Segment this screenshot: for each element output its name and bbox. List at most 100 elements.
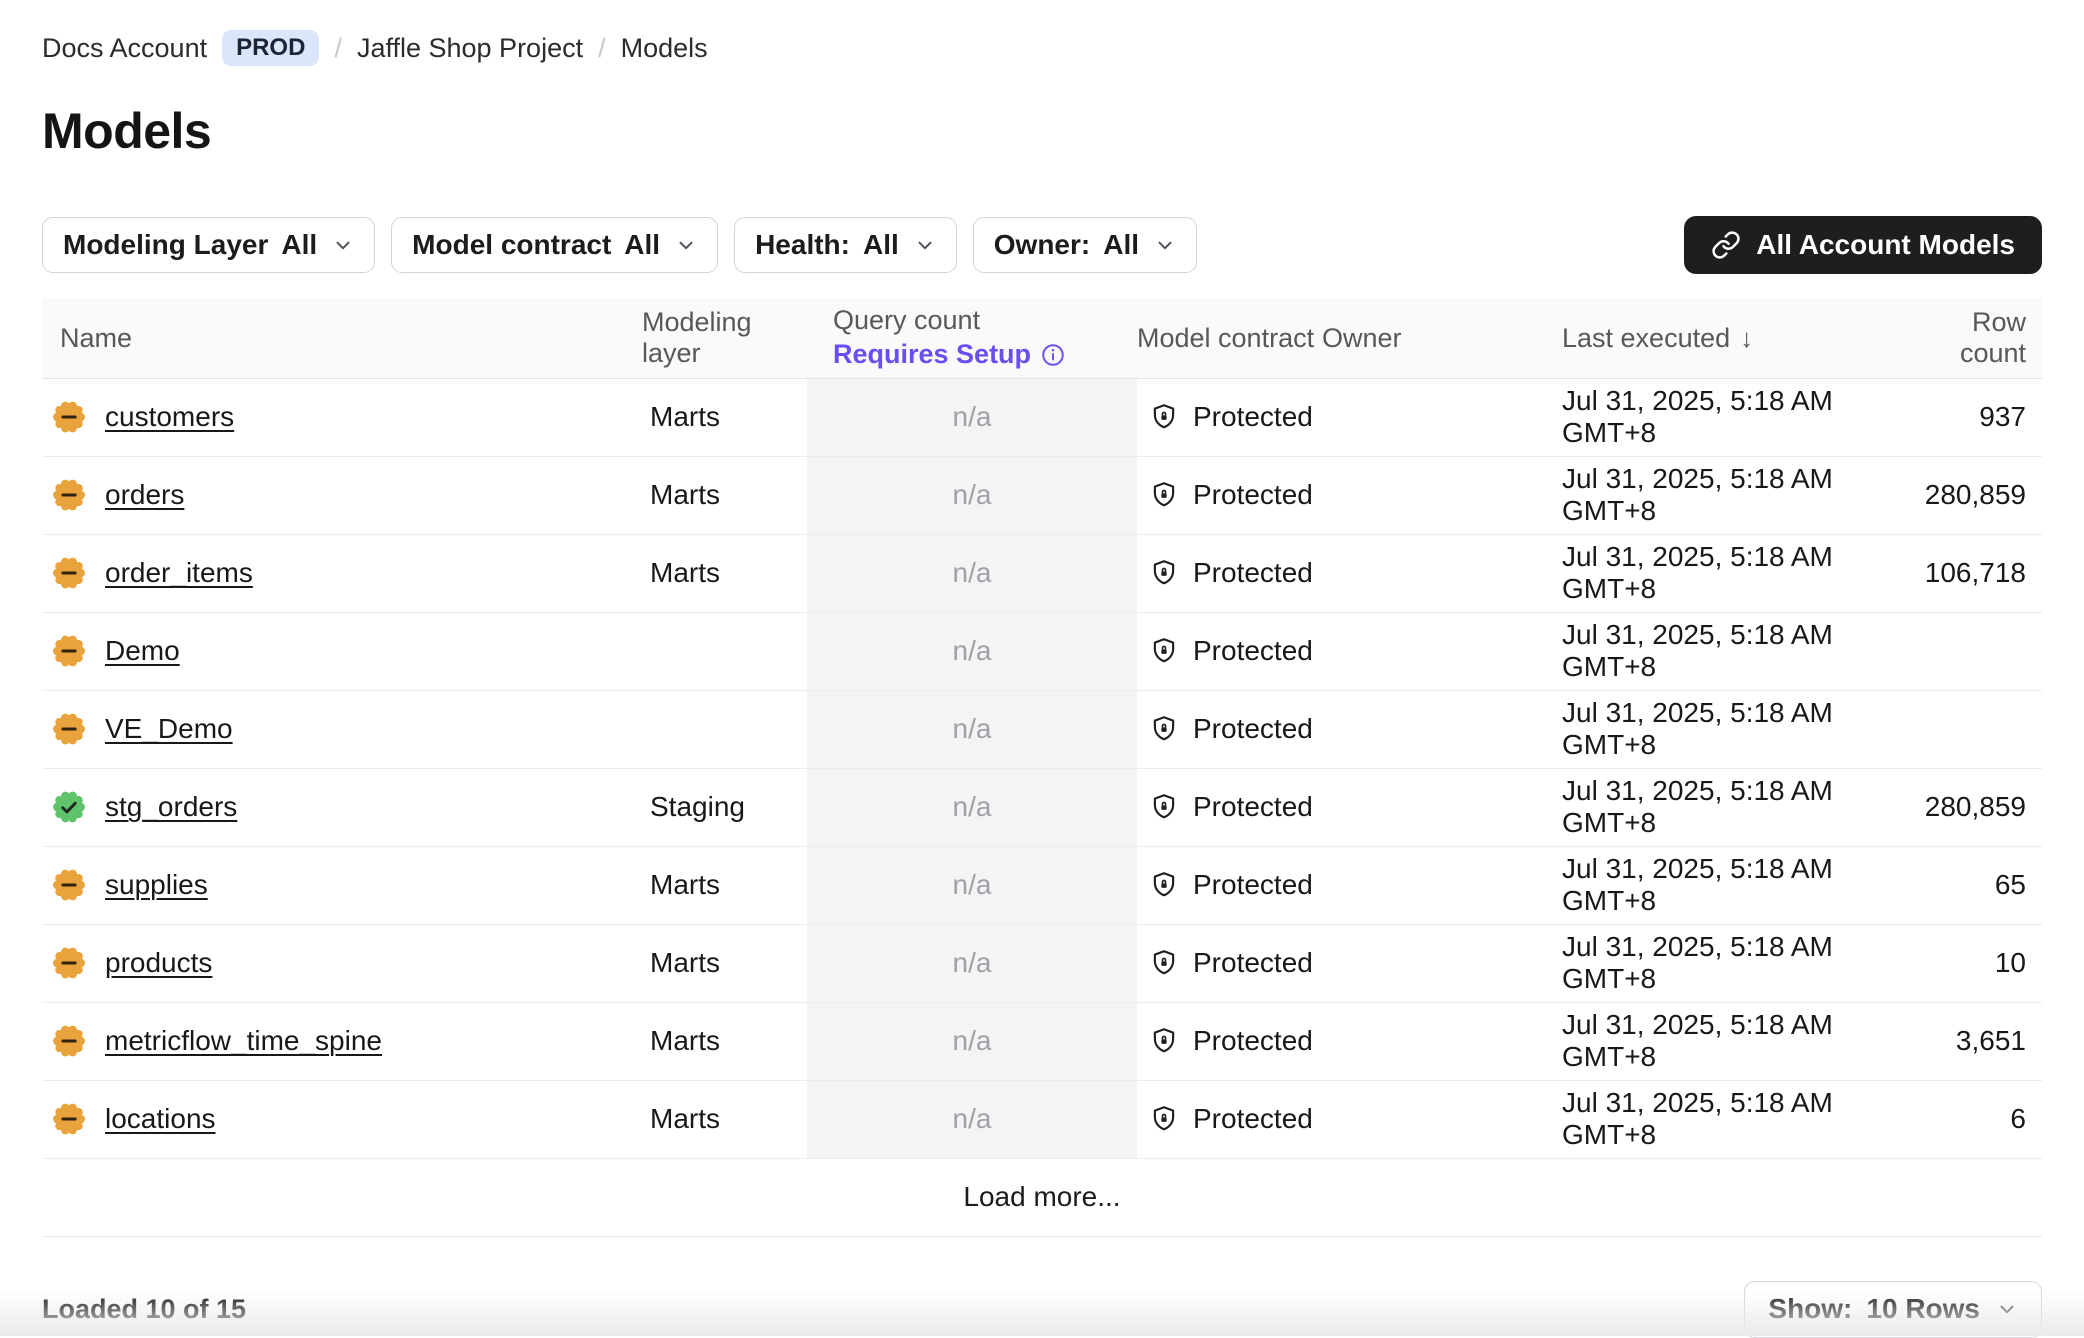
model-contract-cell: Protected [1137, 713, 1322, 745]
health-warning-icon [52, 478, 86, 512]
column-header-row-count: Row count [1922, 307, 2042, 369]
shield-lock-icon [1149, 948, 1179, 978]
name-cell: order_items [42, 556, 642, 590]
models-page: Docs Account PROD / Jaffle Shop Project … [0, 0, 2084, 1336]
column-header-model-contract: Model contract [1137, 323, 1322, 354]
model-contract-cell: Protected [1137, 869, 1322, 901]
modeling-layer-cell: Marts [642, 401, 807, 433]
chevron-down-icon [1154, 234, 1176, 256]
model-name-link[interactable]: Demo [105, 635, 180, 667]
health-warning-icon [52, 634, 86, 668]
model-contract-cell: Protected [1137, 635, 1322, 667]
all-account-models-label: All Account Models [1756, 229, 2015, 261]
show-rows-dropdown[interactable]: Show: 10 Rows [1744, 1281, 2042, 1338]
show-value: 10 Rows [1866, 1293, 1980, 1325]
table-row: stg_orders Staging n/a Protected Jul 31,… [42, 769, 2042, 847]
filter-label: Modeling Layer [63, 229, 268, 261]
column-header-name: Name [42, 323, 642, 354]
modeling-layer-cell: Marts [642, 869, 807, 901]
shield-lock-icon [1149, 870, 1179, 900]
filter-label: Owner: [994, 229, 1090, 261]
health-warning-icon [52, 1102, 86, 1136]
breadcrumb-project-link[interactable]: Jaffle Shop Project [357, 33, 583, 64]
name-cell: Demo [42, 634, 642, 668]
shield-lock-icon [1149, 1026, 1179, 1056]
query-count-cell: n/a [807, 457, 1137, 534]
shield-lock-icon [1149, 636, 1179, 666]
query-count-cell: n/a [807, 769, 1137, 846]
model-name-link[interactable]: VE_Demo [105, 713, 233, 745]
last-executed-cell: Jul 31, 2025, 5:18 AM GMT+8 [1562, 541, 1922, 605]
filter-value: All [281, 229, 317, 261]
name-cell: stg_orders [42, 790, 642, 824]
model-name-link[interactable]: locations [105, 1103, 216, 1135]
breadcrumb-current: Models [621, 33, 708, 64]
model-contract-cell: Protected [1137, 947, 1322, 979]
model-name-link[interactable]: orders [105, 479, 184, 511]
last-executed-cell: Jul 31, 2025, 5:18 AM GMT+8 [1562, 463, 1922, 527]
filter-label: Model contract [412, 229, 611, 261]
contract-status-label: Protected [1193, 1025, 1313, 1057]
owner-filter[interactable]: Owner: All [973, 217, 1197, 273]
chevron-down-icon [332, 234, 354, 256]
contract-status-label: Protected [1193, 635, 1313, 667]
last-executed-cell: Jul 31, 2025, 5:18 AM GMT+8 [1562, 775, 1922, 839]
model-name-link[interactable]: stg_orders [105, 791, 237, 823]
model-name-link[interactable]: order_items [105, 557, 253, 589]
model-contract-cell: Protected [1137, 791, 1322, 823]
query-count-cell: n/a [807, 1081, 1137, 1158]
requires-setup-label: Requires Setup [833, 338, 1031, 372]
table-row: locations Marts n/a Protected Jul 31, 20… [42, 1081, 2042, 1159]
health-warning-icon [52, 946, 86, 980]
last-executed-label: Last executed [1562, 323, 1730, 354]
shield-lock-icon [1149, 1104, 1179, 1134]
row-count-cell: 65 [1922, 869, 2042, 901]
model-contract-cell: Protected [1137, 401, 1322, 433]
last-executed-cell: Jul 31, 2025, 5:18 AM GMT+8 [1562, 385, 1922, 449]
modeling-layer-cell: Marts [642, 479, 807, 511]
health-warning-icon [52, 1024, 86, 1058]
name-cell: products [42, 946, 642, 980]
model-contract-cell: Protected [1137, 1025, 1322, 1057]
info-icon[interactable] [1040, 342, 1066, 368]
shield-lock-icon [1149, 480, 1179, 510]
all-account-models-button[interactable]: All Account Models [1684, 216, 2042, 274]
table-row: products Marts n/a Protected Jul 31, 202… [42, 925, 2042, 1003]
breadcrumb-separator: / [598, 33, 606, 64]
name-cell: locations [42, 1102, 642, 1136]
last-executed-cell: Jul 31, 2025, 5:18 AM GMT+8 [1562, 1087, 1922, 1151]
model-name-link[interactable]: customers [105, 401, 234, 433]
row-count-cell: 937 [1922, 401, 2042, 433]
model-name-link[interactable]: supplies [105, 869, 208, 901]
health-warning-icon [52, 712, 86, 746]
table-row: Demo n/a Protected Jul 31, 2025, 5:18 AM… [42, 613, 2042, 691]
load-more-button[interactable]: Load more... [42, 1159, 2042, 1237]
model-contract-cell: Protected [1137, 479, 1322, 511]
health-warning-icon [52, 556, 86, 590]
contract-status-label: Protected [1193, 479, 1313, 511]
models-table: Name Modeling layer Query count Requires… [42, 298, 2042, 1237]
shield-lock-icon [1149, 402, 1179, 432]
model-contract-filter[interactable]: Model contract All [391, 217, 718, 273]
row-count-cell: 10 [1922, 947, 2042, 979]
last-executed-cell: Jul 31, 2025, 5:18 AM GMT+8 [1562, 931, 1922, 995]
modeling-layer-cell: Marts [642, 947, 807, 979]
table-row: order_items Marts n/a Protected Jul 31, … [42, 535, 2042, 613]
column-header-last-executed[interactable]: Last executed ↓ [1562, 323, 1922, 354]
row-count-cell: 106,718 [1922, 557, 2042, 589]
last-executed-cell: Jul 31, 2025, 5:18 AM GMT+8 [1562, 697, 1922, 761]
name-cell: VE_Demo [42, 712, 642, 746]
model-name-link[interactable]: products [105, 947, 212, 979]
modeling-layer-filter[interactable]: Modeling Layer All [42, 217, 375, 273]
filter-value: All [624, 229, 660, 261]
model-name-link[interactable]: metricflow_time_spine [105, 1025, 382, 1057]
row-count-cell: 3,651 [1922, 1025, 2042, 1057]
requires-setup-link[interactable]: Requires Setup [833, 338, 1066, 372]
model-contract-cell: Protected [1137, 1103, 1322, 1135]
modeling-layer-cell: Staging [642, 791, 807, 823]
health-filter[interactable]: Health: All [734, 217, 957, 273]
breadcrumb-account-link[interactable]: Docs Account [42, 33, 207, 64]
contract-status-label: Protected [1193, 713, 1313, 745]
show-label: Show: [1768, 1293, 1852, 1325]
filter-label: Health: [755, 229, 850, 261]
